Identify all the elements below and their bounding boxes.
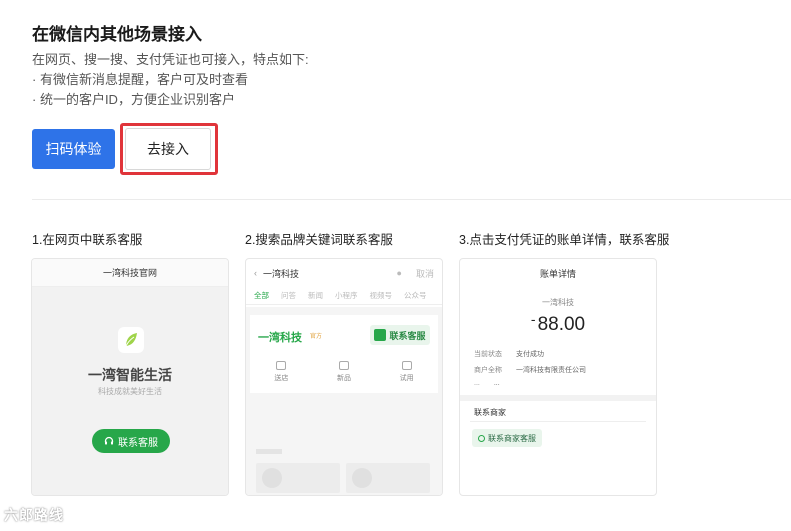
watermark: 六郎路线: [4, 507, 64, 523]
avatar-icon: [374, 329, 387, 341]
quick-links: 送店 新品 试用: [250, 361, 438, 383]
contact-merchant-service-button[interactable]: 联系商家客服: [472, 429, 542, 447]
trial-icon: [401, 361, 412, 370]
quick-link: 送店: [274, 361, 288, 383]
brand-name: 一湾智能生活: [88, 367, 172, 383]
section-separator: [470, 421, 646, 422]
receipt-preview-card: 账单详情 一湾科技 -88.00 当前状态 支付成功 商户全称 一湾科技有限责任公司…: [459, 258, 657, 496]
contact-merchant-label: 联系商家: [474, 408, 506, 417]
placeholder-block: [256, 463, 340, 493]
receipt-row: 当前状态 支付成功: [474, 349, 544, 359]
store-icon: [276, 361, 287, 370]
quick-link: 新品: [337, 361, 351, 383]
section-title: 在微信内其他场景接入: [32, 25, 202, 44]
receipt-row: 商户全称 一湾科技有限责任公司: [474, 365, 586, 375]
search-tab: 问答: [281, 291, 296, 300]
webpage-preview-card: 一湾科技官网 一湾智能生活 科技成就美好生活 联系客服: [31, 258, 229, 496]
step-title: 2.搜索品牌关键词联系客服: [245, 233, 393, 247]
section-band: [460, 395, 656, 401]
search-query: 一湾科技: [263, 268, 300, 279]
quick-link: 试用: [400, 361, 414, 383]
back-icon: ‹: [254, 268, 257, 278]
result-name: 一湾科技: [258, 332, 302, 344]
brand-slogan: 科技成就美好生活: [98, 387, 162, 396]
scan-experience-button[interactable]: 扫码体验: [32, 129, 115, 169]
search-preview-card: ‹ 一湾科技 ● 取消 全部 问答 新闻 小程序 视频号 公众号 一湾科技 官方…: [245, 258, 443, 496]
quick-link-label: 送店: [274, 375, 289, 382]
search-content: 一湾科技 官方 联系客服 送店 新品 试用: [246, 307, 442, 495]
search-bar: ‹ 一湾科技 ● 取消: [246, 259, 442, 287]
contact-merchant-service-label: 联系商家客服: [488, 433, 536, 443]
amount-value: 88.00: [537, 314, 586, 335]
go-connect-button[interactable]: 去接入: [125, 128, 211, 170]
bag-icon: [338, 361, 349, 370]
result-tag: 官方: [310, 334, 323, 340]
contact-service-label: 联系客服: [118, 437, 158, 449]
row-value: 一湾科技有限责任公司: [516, 367, 586, 374]
contact-service-button[interactable]: 联系客服: [92, 429, 170, 453]
description-line: 在网页、搜一搜、支付凭证也可接入，特点如下:: [32, 52, 309, 67]
row-label: 商户全称: [474, 367, 502, 374]
brand-result: 一湾科技 官方 联系客服 送店 新品 试用: [250, 315, 438, 393]
step-title: 3.点击支付凭证的账单详情，联系客服: [459, 233, 670, 247]
search-tab: 视频号: [369, 291, 393, 300]
description-line: · 统一的客户ID，方便企业识别客户: [32, 92, 235, 107]
webpage-body: 一湾智能生活 科技成就美好生活 联系客服: [32, 287, 228, 495]
step-title: 1.在网页中联系客服: [32, 233, 143, 247]
receipt-header: 账单详情: [539, 268, 576, 279]
quick-link-label: 试用: [399, 375, 414, 382]
search-tabs: 全部 问答 新闻 小程序 视频号 公众号: [246, 287, 442, 305]
quick-link-label: 新品: [336, 375, 351, 382]
cancel-link: 取消: [415, 268, 434, 279]
webpage-header: 一湾科技官网: [32, 259, 228, 287]
row-label: 当前状态: [474, 351, 502, 358]
mic-icon: ●: [396, 268, 402, 278]
headset-icon: [104, 436, 114, 445]
search-tab: 公众号: [404, 291, 427, 300]
divider: [32, 199, 791, 200]
receipt-row: ......: [474, 380, 500, 387]
placeholder-block: [346, 463, 430, 493]
placeholder-line: [256, 449, 282, 454]
row-value: 支付成功: [516, 351, 544, 358]
description-line: · 有微信新消息提醒，客户可及时查看: [32, 72, 248, 87]
circle-icon: [478, 434, 485, 442]
search-tab: 全部: [254, 291, 269, 300]
search-tab: 新闻: [308, 291, 323, 300]
receipt-merchant: 一湾科技: [542, 298, 574, 307]
contact-service-label: 联系客服: [389, 330, 426, 341]
receipt-amount: -88.00: [460, 311, 656, 336]
row-value: ...: [493, 380, 500, 387]
leaf-logo-icon: [118, 327, 144, 353]
contact-service-button[interactable]: 联系客服: [370, 325, 430, 345]
row-label: ...: [474, 380, 480, 387]
amount-sign: -: [530, 311, 536, 327]
search-tab: 小程序: [335, 291, 358, 300]
